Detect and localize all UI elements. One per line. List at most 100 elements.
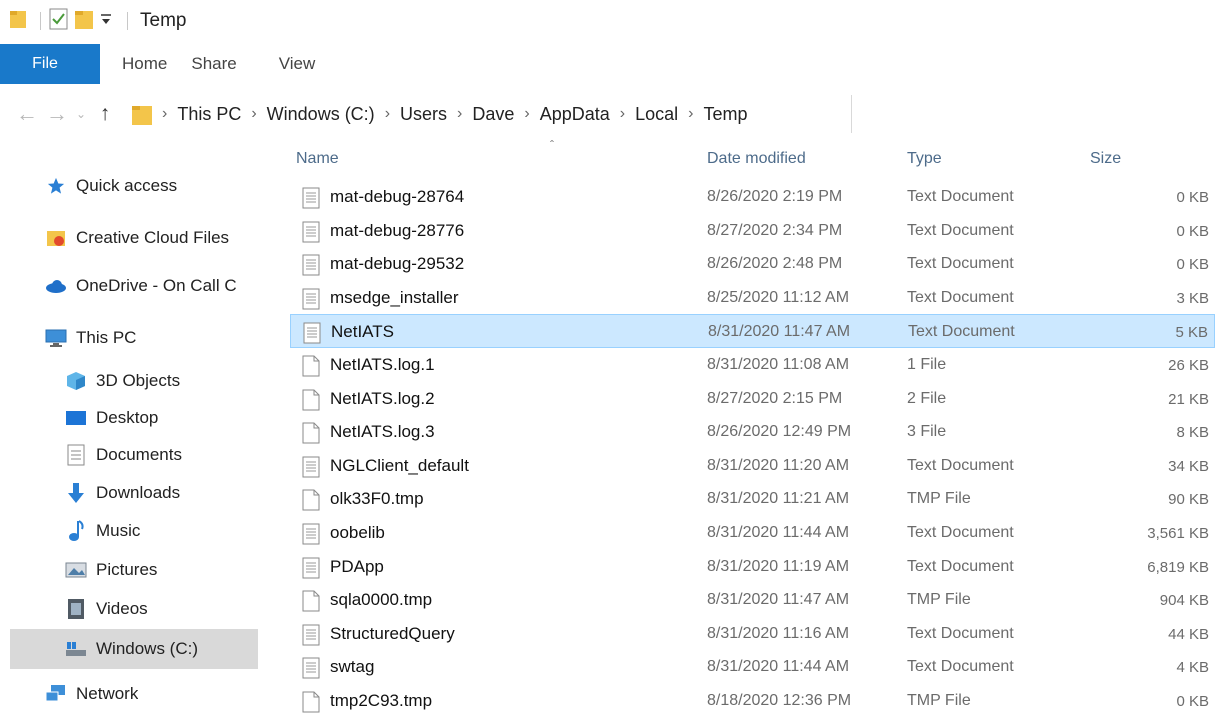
tab-view[interactable]: View [259,44,338,84]
blank-file-icon [302,691,320,713]
breadcrumb-users[interactable]: Users [400,104,447,125]
breadcrumb-separator[interactable]: › [620,105,625,123]
column-header-date-modified[interactable]: Date modified [707,150,806,168]
file-row[interactable]: NetIATS.log.1 8/31/2020 11:08 AM 1 File 26 … [290,348,1215,382]
nav-item-pictures[interactable]: Pictures [64,552,157,588]
file-size: 0 KB [1176,222,1209,240]
computer-icon [44,327,68,349]
new-folder-icon[interactable] [75,8,93,35]
file-row[interactable]: oobelib 8/31/2020 11:44 AM Text Document 3,… [290,516,1215,550]
nav-item-onedrive[interactable]: OneDrive - On Call C [44,268,237,304]
nav-item-this-pc[interactable]: This PC [44,320,136,356]
breadcrumb-separator[interactable]: › [457,105,462,123]
file-date-modified: 8/31/2020 11:16 AM [707,624,850,642]
nav-label: Desktop [96,408,159,427]
file-type: Text Document [907,524,1014,541]
blank-file-icon [302,489,320,516]
breadcrumb-separator: › [162,105,168,122]
tab-share[interactable]: Share [189,44,258,84]
recent-locations-chevron-icon[interactable]: ⌄ [72,107,90,121]
breadcrumb-dave[interactable]: Dave [472,104,514,125]
sort-ascending-icon: ˆ [550,138,554,152]
file-row[interactable]: olk33F0.tmp 8/31/2020 11:21 AM TMP File 90 … [290,482,1215,516]
nav-item-downloads[interactable]: Downloads [64,475,180,511]
nav-label: Creative Cloud Files [76,228,230,247]
properties-icon[interactable] [49,8,69,35]
file-size: 6,819 KB [1147,558,1209,576]
nav-item-music[interactable]: Music [64,513,140,549]
text-file-icon [302,254,320,281]
file-type: Text Document [907,456,1014,474]
text-file-icon [302,523,320,550]
forward-arrow-icon[interactable]: → [42,101,72,127]
file-size: 44 KB [1168,625,1209,643]
file-row[interactable]: StructuredQuery 8/31/2020 11:16 AM Text Do… [290,617,1215,651]
file-name: NetIATS [331,322,394,342]
file-row[interactable]: NetIATS.log.3 8/26/2020 12:49 PM 3 File 8 K… [290,415,1215,449]
breadcrumb-local[interactable]: Local [635,104,678,125]
file-size: 4 KB [1176,659,1209,677]
text-file-icon [303,322,321,349]
file-row[interactable]: sqla0000.tmp 8/31/2020 11:47 AM TMP File 90… [290,583,1215,617]
title-bar: Temp [0,0,1225,42]
file-row[interactable]: mat-debug-28764 8/26/2020 2:19 PM Text Doc… [290,180,1215,214]
nav-item-network[interactable]: Network [44,676,138,712]
file-date-modified: 8/26/2020 12:49 PM [707,423,852,441]
tab-home[interactable]: Home [100,44,189,84]
file-row[interactable]: mat-debug-28776 8/27/2020 2:34 PM Text Doc… [290,214,1215,248]
nav-label: Videos [96,599,148,618]
text-file-icon [302,557,320,584]
file-row[interactable]: swtag 8/31/2020 11:44 AM Text Document 4 KB [290,650,1215,684]
column-header-name[interactable]: Name [296,150,339,168]
nav-item-desktop[interactable]: Desktop [64,400,158,436]
file-name: oobelib [330,523,385,542]
breadcrumb-windows-c[interactable]: Windows (C:) [267,104,375,125]
column-header-size[interactable]: Size [1090,150,1121,168]
nav-label: This PC [76,328,137,347]
text-file-icon [302,456,320,483]
file-type: 1 File [907,356,947,373]
up-arrow-icon[interactable]: ↑ [90,102,120,126]
file-size: 8 KB [1176,424,1209,442]
nav-item-3d-objects[interactable]: 3D Objects [64,363,180,399]
nav-item-windows-c[interactable]: Windows (C:) [10,629,258,669]
file-row[interactable]: mat-debug-29532 8/26/2020 2:48 PM Text Doc… [290,247,1215,281]
file-row[interactable]: NetIATS.log.2 8/27/2020 2:15 PM 2 File 21 K… [290,382,1215,416]
file-date-modified: 8/31/2020 11:47 AM [708,323,851,341]
file-type: TMP File [907,591,971,609]
nav-label: Music [96,521,141,540]
file-type: Text Document [907,557,1014,575]
nav-item-videos[interactable]: Videos [64,591,148,627]
file-row[interactable]: PDApp 8/31/2020 11:19 AM Text Document 6,81… [290,550,1215,584]
documents-icon [64,444,88,466]
breadcrumb-temp[interactable]: Temp [703,104,747,125]
nav-item-documents[interactable]: Documents [64,437,182,473]
file-name: PDApp [330,556,384,576]
breadcrumb-separator[interactable]: › [524,105,529,123]
file-name: mat-debug-28764 [330,187,465,206]
file-size: 3,561 KB [1147,525,1209,542]
file-row[interactable]: NGLClient_default 8/31/2020 11:20 AM Text … [290,449,1215,483]
onedrive-cloud-icon [44,275,68,297]
file-date-modified: 8/31/2020 11:20 AM [707,456,850,474]
file-size: 26 KB [1168,357,1209,374]
tab-file[interactable]: File [0,44,100,84]
nav-item-quick-access[interactable]: Quick access [44,168,177,204]
nav-item-creative-cloud-files[interactable]: Creative Cloud Files [44,220,229,256]
breadcrumb-appdata[interactable]: AppData [540,104,610,125]
breadcrumb-separator[interactable]: › [385,105,390,123]
breadcrumb-separator[interactable]: › [688,105,693,123]
customize-quick-access-icon[interactable] [99,10,113,33]
address-bar[interactable]: › This PC › Windows (C:) › Users › Dave … [132,95,852,133]
file-row[interactable]: tmp2C93.tmp 8/18/2020 12:36 PM TMP File 0 K… [290,684,1215,713]
breadcrumb-separator[interactable]: › [251,105,256,123]
nav-label: Downloads [96,483,181,502]
file-date-modified: 8/18/2020 12:36 PM [707,692,852,709]
back-arrow-icon[interactable]: ← [12,101,42,127]
file-row[interactable]: NetIATS 8/31/2020 11:47 AM Text Document 5 … [290,314,1215,349]
column-header-type[interactable]: Type [907,150,942,168]
file-row[interactable]: msedge_installer 8/25/2020 11:12 AM Text D… [290,281,1215,315]
breadcrumb-this-pc[interactable]: This PC [177,104,241,125]
file-type: Text Document [907,188,1014,205]
file-size: 0 KB [1176,693,1209,710]
